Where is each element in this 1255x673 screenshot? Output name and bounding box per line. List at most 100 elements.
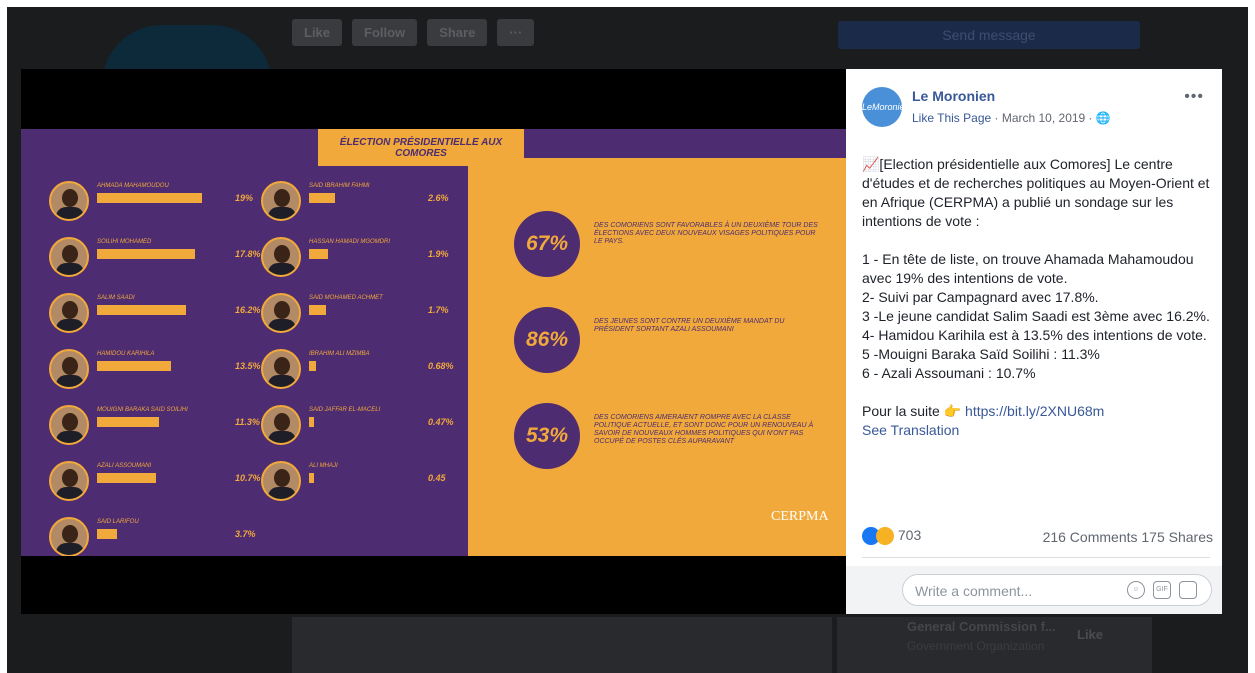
candidate-photo xyxy=(49,349,89,389)
candidate-item: IBRAHIM ALI MZIMBA 0.68% xyxy=(261,349,461,389)
post-line: 4- Hamidou Karihila est à 13.5% des inte… xyxy=(862,327,1207,343)
like-page-link[interactable]: Like This Page xyxy=(912,111,991,125)
candidate-pct: 0.45 xyxy=(428,473,446,483)
bg-post-preview xyxy=(292,617,832,673)
candidate-name: SOILIHI MOHAMED xyxy=(97,239,152,245)
post-sidebar: LeMoronien Le Moronien Like This Page · … xyxy=(846,69,1222,614)
candidate-bar xyxy=(309,193,335,203)
bg-page-name: General Commission f... xyxy=(907,619,1056,634)
candidate-photo xyxy=(49,293,89,333)
candidate-photo xyxy=(261,405,301,445)
cerpma-logo: CERPMA xyxy=(749,507,829,527)
gif-icon[interactable]: GIF xyxy=(1153,581,1171,599)
candidate-bar xyxy=(309,249,328,259)
candidate-item: SAID LARIFOU 3.7% xyxy=(49,517,256,556)
candidate-photo xyxy=(49,237,89,277)
post-line: 📈[Election présidentielle aux Comores] L… xyxy=(862,156,1210,229)
bg-follow-button: Follow xyxy=(352,19,418,46)
page-avatar[interactable]: LeMoronien xyxy=(862,87,910,127)
globe-icon: 🌐 xyxy=(1095,111,1111,125)
candidate-bar xyxy=(309,417,314,427)
candidate-pct: 2.6% xyxy=(428,193,449,203)
candidate-bar xyxy=(309,305,326,315)
magnifier-icon xyxy=(749,507,769,527)
background-page-actions: Like Follow Share ··· xyxy=(292,19,535,46)
reactions[interactable]: 703 xyxy=(862,527,921,546)
candidate-item: AZALI ASSOUMANI 10.7% xyxy=(49,461,261,501)
candidate-bar xyxy=(97,417,160,427)
post-line: 3 -Le jeune candidat Salim Saadi est 3èm… xyxy=(862,308,1210,324)
candidate-pct: 17.8% xyxy=(235,249,261,259)
candidate-photo xyxy=(261,181,301,221)
candidate-pct: 0.47% xyxy=(428,417,454,427)
candidate-name: ALI MHAJI xyxy=(309,463,338,469)
comment-placeholder: Write a comment... xyxy=(915,583,1033,599)
bg-page-category: Government Organization xyxy=(907,639,1045,653)
suite-link[interactable]: https://bit.ly/2XNU68m xyxy=(965,403,1104,419)
post-line: 1 - En tête de liste, on trouve Ahamada … xyxy=(862,251,1194,286)
candidate-name: SAID LARIFOU xyxy=(97,519,139,525)
candidate-bar xyxy=(97,193,202,203)
candidate-name: SAID MOHAMED ACHMET xyxy=(309,295,383,301)
candidate-photo xyxy=(49,517,89,556)
post-meta: Like This Page · March 10, 2019 · 🌐 xyxy=(912,111,1111,125)
comments-count[interactable]: 216 Comments xyxy=(1043,529,1138,545)
candidate-name: AZALI ASSOUMANI xyxy=(97,463,152,469)
bg-page-like: Like xyxy=(1077,627,1104,642)
candidate-bar xyxy=(97,249,195,259)
stat-text: DES COMORIENS SONT FAVORABLES À UN DEUXI… xyxy=(594,222,818,245)
stat-text: DES JEUNES SONT CONTRE UN DEUXIÈME MANDA… xyxy=(594,318,785,333)
haha-reaction-icon xyxy=(876,527,894,546)
suite-line: Pour la suite 👉 https://bit.ly/2XNU68m xyxy=(862,402,1212,421)
candidate-pct: 19% xyxy=(235,193,254,203)
candidate-name: HASSAN HAMADI MGOMDRI xyxy=(309,239,391,245)
candidate-item: HASSAN HAMADI MGOMDRI 1.9% xyxy=(261,237,461,277)
candidate-pct: 3.7% xyxy=(235,529,256,539)
candidate-bar xyxy=(309,473,314,483)
screen: Like Follow Share ··· Send message Gener… xyxy=(7,7,1248,673)
candidate-item: ALI MHAJI 0.45 xyxy=(261,461,461,501)
candidate-bar xyxy=(309,361,316,371)
comment-input[interactable]: Write a comment... ☺ GIF xyxy=(902,574,1212,606)
bg-more-button: ··· xyxy=(497,19,535,46)
shares-count[interactable]: 175 Shares xyxy=(1141,529,1213,545)
candidate-item: AHMADA MAHAMOUDOU 19% xyxy=(49,181,253,221)
candidate-name: IBRAHIM ALI MZIMBA xyxy=(309,351,370,357)
candidate-photo xyxy=(49,461,89,501)
comment-area: Write a comment... ☺ GIF xyxy=(846,566,1222,614)
candidate-bar xyxy=(97,529,118,539)
candidate-bar xyxy=(97,305,187,315)
candidate-name: SAID JAFFAR EL-MACELI xyxy=(309,407,381,413)
candidate-name: SAID IBRAHIM FAHMI xyxy=(309,183,370,189)
candidate-pct: 1.9% xyxy=(428,249,449,259)
poster-title: ÉLECTION PRÉSIDENTIELLE AUX COMORES xyxy=(318,129,524,166)
divider xyxy=(862,557,1210,558)
candidate-item: SALIM SAADI 16.2% xyxy=(49,293,261,333)
candidate-item: SAID IBRAHIM FAHMI 2.6% xyxy=(261,181,461,221)
see-translation-link[interactable]: See Translation xyxy=(862,421,1212,440)
logo-text: CERPMA xyxy=(771,509,829,525)
post-line: 5 -Mouigni Baraka Saïd Soilihi : 11.3% xyxy=(862,346,1100,362)
more-options-button[interactable]: ••• xyxy=(1184,88,1204,106)
candidate-photo xyxy=(261,237,301,277)
post-text: 📈[Election présidentielle aux Comores] L… xyxy=(862,155,1212,440)
candidate-photo xyxy=(49,181,89,221)
stat-text: DES COMORIENS AIMERAIENT ROMPRE AVEC LA … xyxy=(594,414,814,445)
candidate-item: HAMIDOU KARIHILA 13.5% xyxy=(49,349,261,389)
candidate-photo xyxy=(261,461,301,501)
page-name-link[interactable]: Le Moronien xyxy=(912,88,995,104)
candidate-name: AHMADA MAHAMOUDOU xyxy=(97,183,169,189)
bg-like-button: Like xyxy=(292,19,343,46)
bg-share-button: Share xyxy=(427,19,488,46)
emoji-icon[interactable]: ☺ xyxy=(1127,581,1145,599)
stat-percent: 67% xyxy=(514,211,580,277)
post-line: 2- Suivi par Campagnard avec 17.8%. xyxy=(862,289,1099,305)
candidate-photo xyxy=(261,293,301,333)
candidate-item: SAID JAFFAR EL-MACELI 0.47% xyxy=(261,405,461,445)
candidate-bar xyxy=(97,361,172,371)
post-date: · March 10, 2019 · xyxy=(991,111,1096,125)
sticker-icon[interactable] xyxy=(1179,581,1197,599)
stat-percent: 86% xyxy=(514,307,580,373)
photo-viewer[interactable]: ÉLECTION PRÉSIDENTIELLE AUX COMORES AHMA… xyxy=(21,69,846,614)
bg-send-message-button: Send message xyxy=(838,21,1140,49)
